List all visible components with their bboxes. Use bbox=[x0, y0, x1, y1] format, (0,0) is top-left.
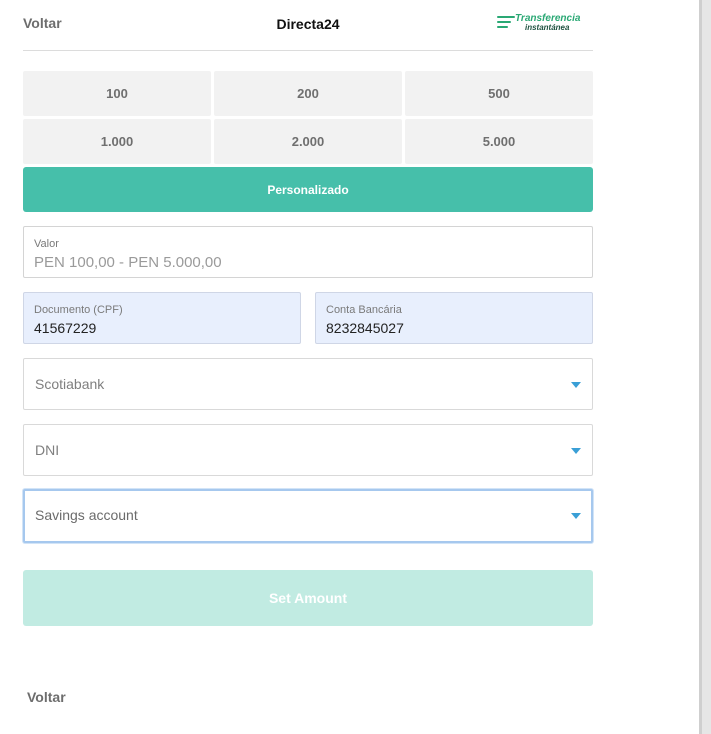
document-value: 41567229 bbox=[34, 320, 97, 336]
caret-down-icon bbox=[571, 513, 581, 519]
custom-amount-button[interactable]: Personalizado bbox=[23, 167, 593, 212]
speed-lines-icon bbox=[497, 16, 515, 30]
caret-down-icon bbox=[571, 448, 581, 454]
account-type-select[interactable]: Savings account bbox=[23, 489, 593, 543]
scrollbar[interactable] bbox=[699, 0, 711, 734]
transferencia-logo: Transferencia instantánea bbox=[497, 13, 580, 33]
value-placeholder: PEN 100,00 - PEN 5.000,00 bbox=[34, 254, 222, 271]
amount-button-200[interactable]: 200 bbox=[214, 71, 402, 116]
value-input[interactable]: Valor PEN 100,00 - PEN 5.000,00 bbox=[23, 226, 593, 278]
value-label: Valor bbox=[34, 238, 59, 250]
document-label: Documento (CPF) bbox=[34, 304, 123, 316]
document-input[interactable]: Documento (CPF) 41567229 bbox=[23, 292, 301, 344]
bank-select-value: Scotiabank bbox=[35, 376, 105, 392]
bank-select[interactable]: Scotiabank bbox=[23, 358, 593, 410]
set-amount-button[interactable]: Set Amount bbox=[23, 570, 593, 626]
document-type-select[interactable]: DNI bbox=[23, 424, 593, 476]
amount-button-1000[interactable]: 1.000 bbox=[23, 119, 211, 164]
caret-down-icon bbox=[571, 382, 581, 388]
footer-back-link[interactable]: Voltar bbox=[27, 689, 66, 705]
amount-button-2000[interactable]: 2.000 bbox=[214, 119, 402, 164]
bank-account-value: 8232845027 bbox=[326, 320, 404, 336]
amount-button-5000[interactable]: 5.000 bbox=[405, 119, 593, 164]
bank-account-label: Conta Bancária bbox=[326, 304, 402, 316]
document-type-value: DNI bbox=[35, 442, 60, 458]
header: Voltar Directa24 Transferencia instantán… bbox=[23, 0, 593, 51]
bank-account-input[interactable]: Conta Bancária 8232845027 bbox=[315, 292, 593, 344]
amount-button-100[interactable]: 100 bbox=[23, 71, 211, 116]
logo-text-secondary: instantánea bbox=[525, 23, 570, 32]
account-type-value: Savings account bbox=[35, 507, 138, 523]
amount-button-500[interactable]: 500 bbox=[405, 71, 593, 116]
